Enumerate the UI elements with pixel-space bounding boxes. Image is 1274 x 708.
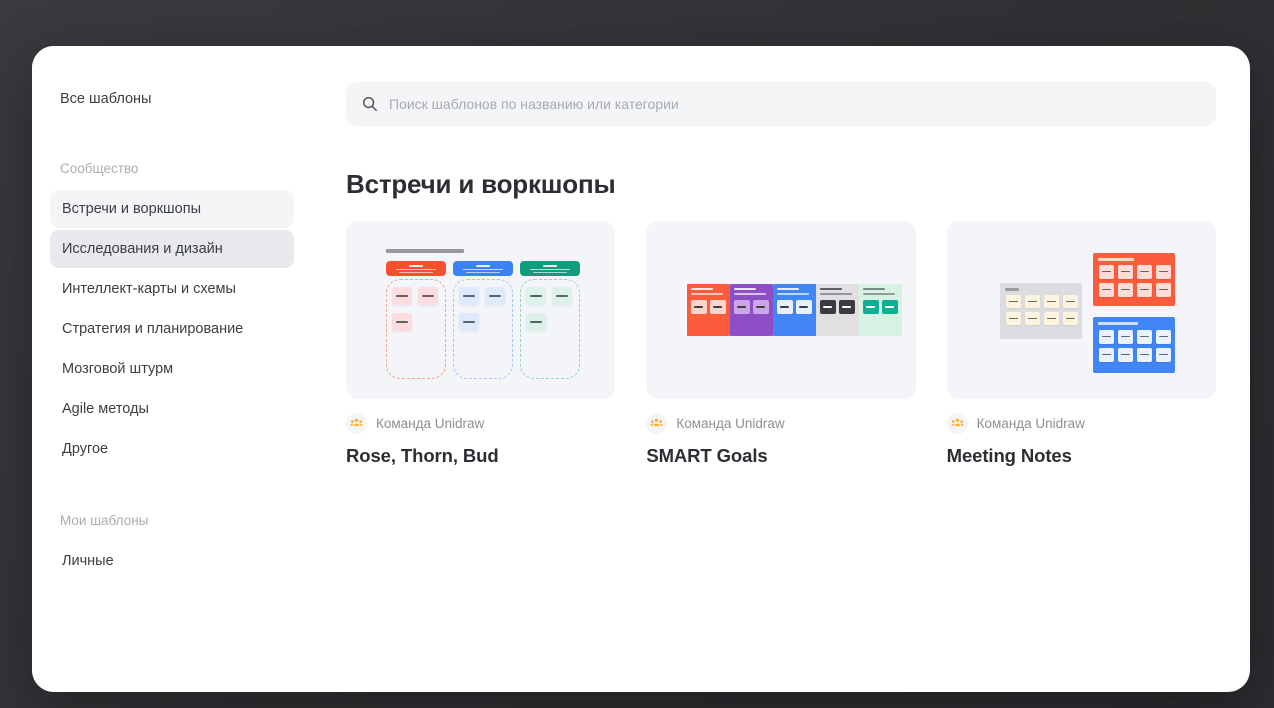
templates-modal: Все шаблоны Сообщество Встречи и воркшоп…: [32, 46, 1250, 692]
card-meta: Команда Unidraw: [946, 413, 1216, 434]
thumb-art-meeting-notes: [947, 221, 1216, 399]
main-content: Встречи и воркшопы: [312, 46, 1250, 692]
card-title[interactable]: Meeting Notes: [947, 444, 1216, 468]
sidebar-section-label-community: Сообщество: [60, 161, 139, 176]
group-people-icon: [650, 418, 664, 427]
template-thumbnail[interactable]: [346, 221, 616, 399]
thumb-panel-notes: [1092, 317, 1175, 373]
sidebar-item-agile[interactable]: Agile методы: [50, 390, 294, 428]
thumb-block-m: [730, 284, 774, 336]
thumb-column-rose: [386, 261, 446, 276]
card-author: Команда Unidraw: [376, 415, 485, 431]
group-people-icon: [350, 418, 363, 427]
thumb-zone-thorn: [453, 279, 513, 379]
card-title[interactable]: Rose, Thorn, Bud: [346, 444, 615, 468]
sidebar-top: Все шаблоны: [32, 82, 312, 116]
card-author: Команда Unidraw: [976, 415, 1085, 431]
thumb-zone-bud: [520, 279, 580, 379]
avatar: [646, 413, 668, 434]
thumb-column-bud: [520, 261, 580, 276]
sidebar-item-strategy-planning[interactable]: Стратегия и планирование: [50, 310, 294, 348]
thumb-panel-actions: [1092, 253, 1175, 306]
thumb-block-r: [816, 284, 860, 336]
template-card-meeting-notes[interactable]: Команда Unidraw Meeting Notes: [946, 221, 1216, 483]
thumb-art-smart-goals: [646, 221, 915, 399]
card-author: Команда Unidraw: [676, 415, 785, 431]
thumb-column-header: [386, 261, 446, 276]
sidebar-item-meetings-workshops[interactable]: Встречи и воркшопы: [50, 190, 294, 228]
page-title: Встречи и воркшопы: [346, 169, 616, 199]
avatar: [946, 413, 968, 434]
thumb-column-header: [520, 261, 580, 276]
template-card-rose-thorn-bud[interactable]: Команда Unidraw Rose, Thorn, Bud: [346, 221, 616, 483]
thumb-board-title: [386, 249, 464, 253]
template-thumbnail[interactable]: [646, 221, 916, 399]
sidebar-group-community: Встречи и воркшопы Исследования и дизайн…: [32, 190, 312, 468]
sidebar-item-mindmaps-diagrams[interactable]: Интеллект-карты и схемы: [50, 270, 294, 308]
sidebar-item-all-templates[interactable]: Все шаблоны: [60, 82, 284, 116]
thumb-art-rose-thorn-bud: [346, 221, 615, 399]
search-input[interactable]: [389, 96, 1200, 112]
sidebar-item-personal[interactable]: Личные: [50, 542, 294, 580]
group-people-icon: [950, 418, 964, 427]
template-card-smart-goals[interactable]: Команда Unidraw SMART Goals: [646, 221, 916, 483]
search-icon: [362, 96, 377, 112]
thumb-panel-agenda: [999, 283, 1082, 339]
thumb-block-s: [687, 284, 731, 336]
sidebar: Все шаблоны Сообщество Встречи и воркшоп…: [32, 46, 312, 692]
card-meta: Команда Unidraw: [646, 413, 915, 434]
sidebar-item-other[interactable]: Другое: [50, 430, 294, 468]
thumb-block-t: [859, 284, 903, 336]
card-title[interactable]: SMART Goals: [646, 444, 915, 468]
card-meta: Команда Unidraw: [346, 413, 615, 434]
sidebar-section-label-my-templates: Мои шаблоны: [60, 513, 149, 528]
avatar: [346, 413, 367, 434]
thumb-column-thorn: [453, 261, 513, 276]
thumb-block-a: [773, 284, 817, 336]
sidebar-item-research-design[interactable]: Исследования и дизайн: [50, 230, 294, 268]
template-thumbnail[interactable]: [946, 221, 1216, 399]
thumb-zone-rose: [386, 279, 446, 379]
sidebar-group-my-templates: Личные: [32, 542, 312, 580]
template-grid: Команда Unidraw Rose, Thorn, Bud Команда…: [346, 221, 1216, 483]
thumb-column-header: [453, 261, 513, 276]
sidebar-item-brainstorming[interactable]: Мозговой штурм: [50, 350, 294, 388]
search-bar[interactable]: [346, 82, 1216, 126]
